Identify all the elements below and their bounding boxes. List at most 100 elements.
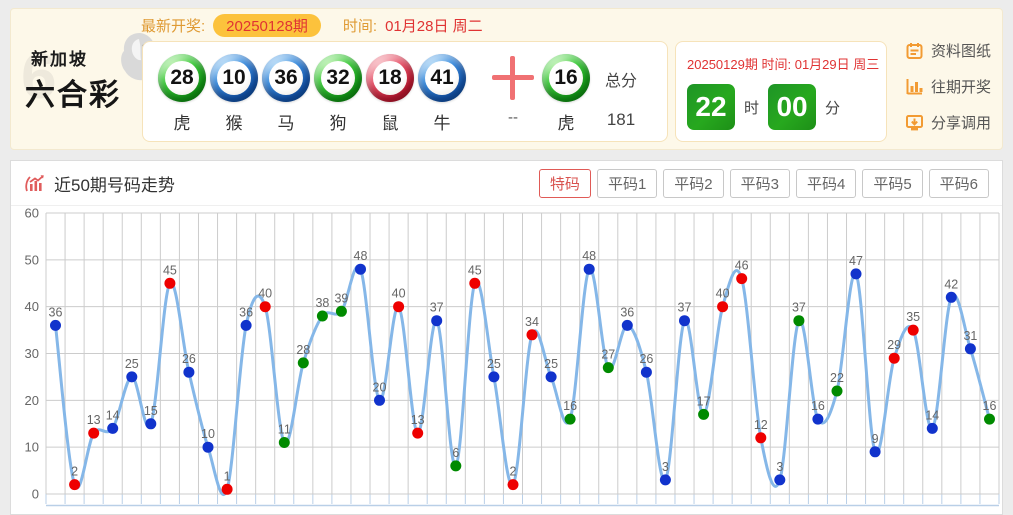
link-past-draws[interactable]: 往期开奖 (905, 76, 1005, 97)
data-point-label: 37 (430, 301, 444, 315)
data-point-label: 38 (315, 296, 329, 310)
data-point (964, 343, 976, 355)
tab-normal-code-5[interactable]: 平码5 (862, 168, 923, 198)
ball-zodiac: 虎 (173, 114, 191, 133)
data-point (755, 432, 767, 444)
data-point-label: 42 (944, 277, 958, 291)
countdown-hour: 22 (687, 84, 735, 130)
ball-zodiac: 鼠 (381, 114, 399, 133)
data-point-label: 46 (735, 259, 749, 273)
tab-special-code[interactable]: 特码 (538, 168, 591, 198)
tab-normal-code-2[interactable]: 平码2 (663, 168, 724, 198)
data-point (621, 319, 633, 331)
data-point (164, 277, 176, 289)
trend-chart-panel: 近50期号码走势 特码 平码1 平码2 平码3 平码4 平码5 平码6 0 10 20 30 40 5… (10, 160, 1003, 515)
data-point (850, 268, 862, 280)
data-point (507, 479, 519, 491)
ball-zodiac: 马 (277, 114, 295, 133)
bar-chart-icon (906, 79, 923, 95)
data-point-label: 31 (963, 329, 977, 343)
next-draw-time-label: 时间: (761, 57, 792, 72)
link-materials-label: 资料图纸 (931, 43, 992, 60)
ball-zodiac: 猴 (225, 114, 243, 133)
data-point (659, 474, 671, 486)
data-point (335, 305, 347, 317)
data-point-label: 15 (144, 404, 158, 418)
data-point (736, 273, 748, 285)
ball-number: 18 (373, 61, 407, 95)
data-point-label: 14 (925, 408, 939, 422)
data-point (221, 483, 233, 495)
data-point-label: 26 (639, 352, 653, 366)
next-draw-date: 01月29日 周三 (794, 57, 880, 72)
data-point (259, 301, 271, 313)
lottery-ball: 32 (314, 54, 362, 102)
data-point-label: 34 (525, 315, 539, 329)
data-point-label: 36 (620, 305, 634, 319)
data-point-label: 10 (201, 427, 215, 441)
data-point-label: 25 (487, 357, 501, 371)
result-balls-panel: 28 虎 10 猴 36 马 32 狗 18 鼠 41 牛 -- 16 虎 总分 181 (142, 41, 668, 142)
data-point-label: 40 (392, 287, 406, 301)
data-point (431, 315, 443, 327)
chart-header: 近50期号码走势 特码 平码1 平码2 平码3 平码4 平码5 平码6 (11, 161, 1002, 206)
data-point (69, 479, 81, 491)
data-point-label: 26 (182, 352, 196, 366)
tab-normal-code-6[interactable]: 平码6 (928, 168, 989, 198)
result-ball-cell: 41 牛 (417, 54, 467, 134)
data-point-label: 36 (49, 305, 63, 319)
data-point-label: 9 (872, 432, 879, 446)
data-point (640, 366, 652, 378)
page: 6 新加坡 六合彩 最新开奖: 20250128期 时间: 01月28日 周二 … (0, 0, 1013, 515)
data-point-label: 48 (354, 249, 368, 263)
data-point (564, 413, 576, 425)
special-ball-zodiac: 虎 (557, 114, 575, 133)
ball-number: 28 (165, 61, 199, 95)
link-materials[interactable]: 资料图纸 (905, 40, 1005, 61)
data-point-label: 45 (468, 263, 482, 277)
y-axis-label: 40 (25, 299, 39, 314)
special-ball-number: 16 (549, 61, 583, 95)
data-point (812, 413, 824, 425)
data-point-label: 13 (411, 413, 425, 427)
next-draw-issue: 20250129期 (687, 57, 758, 72)
data-point (888, 352, 900, 364)
logo-line1: 新加坡 (31, 50, 88, 69)
notebook-icon (906, 43, 923, 59)
data-point (717, 301, 729, 313)
y-axis-label: 60 (25, 207, 39, 221)
data-point-label: 16 (811, 399, 825, 413)
data-point-label: 1 (224, 469, 231, 483)
data-point-label: 25 (125, 357, 139, 371)
data-point (374, 394, 385, 406)
tab-normal-code-1[interactable]: 平码1 (596, 168, 658, 198)
countdown-minute-unit: 分 (825, 99, 841, 117)
countdown-minute: 00 (768, 84, 817, 130)
ball-zodiac: 牛 (433, 114, 451, 133)
lottery-ball: 28 (158, 54, 206, 102)
total-label: 总分 (604, 73, 637, 90)
data-point (526, 329, 538, 341)
top-banner: 6 新加坡 六合彩 最新开奖: 20250128期 时间: 01月28日 周二 … (10, 8, 1003, 150)
data-point (488, 371, 500, 383)
latest-draw-date: 01月28日 周二 (385, 18, 483, 35)
data-point-label: 45 (163, 263, 177, 277)
data-point-label: 16 (983, 399, 997, 413)
data-point (316, 310, 328, 322)
link-share[interactable]: 分享调用 (905, 112, 1005, 133)
data-point-label: 12 (754, 418, 768, 432)
tab-normal-code-3[interactable]: 平码3 (729, 168, 790, 198)
data-point (450, 460, 462, 472)
trend-chart-icon (25, 175, 44, 192)
data-point-label: 2 (71, 465, 78, 479)
lottery-ball: 41 (418, 54, 466, 102)
data-point-label: 2 (510, 465, 517, 479)
code-tabs: 特码 平码1 平码2 平码3 平码4 平码5 平码6 (538, 168, 989, 198)
logo-line2: 六合彩 (25, 79, 121, 112)
tab-normal-code-4[interactable]: 平码4 (795, 168, 857, 198)
y-axis-label: 50 (25, 252, 39, 267)
share-icon (906, 115, 923, 131)
data-point-label: 47 (849, 254, 863, 268)
result-ball-cell: 36 马 (261, 54, 311, 134)
data-point (545, 371, 557, 383)
